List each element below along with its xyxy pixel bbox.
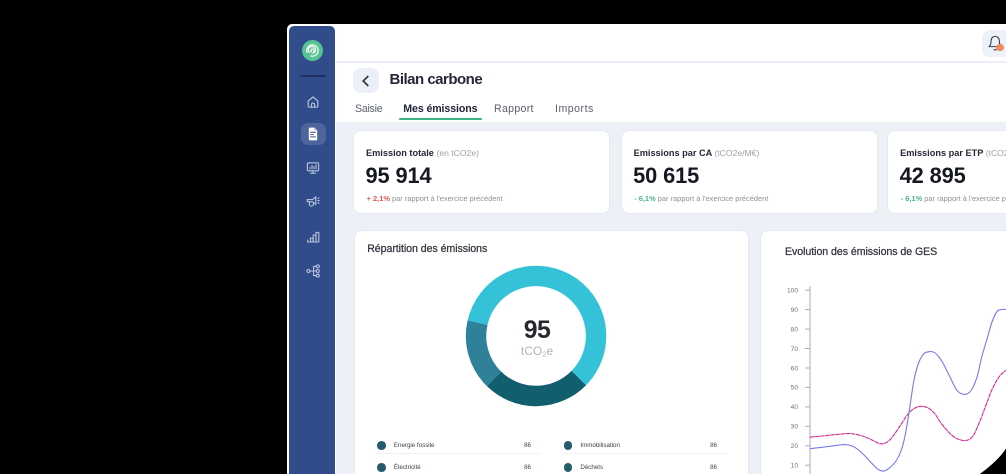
svg-text:100: 100 [787,288,798,295]
svg-text:20: 20 [791,443,799,450]
svg-text:10: 10 [791,463,799,470]
svg-text:90: 90 [791,307,799,314]
svg-text:30: 30 [791,424,799,431]
svg-text:40: 40 [791,404,799,411]
svg-text:50: 50 [791,385,799,392]
svg-text:60: 60 [791,365,799,372]
svg-text:80: 80 [791,326,799,333]
svg-text:70: 70 [791,346,799,353]
